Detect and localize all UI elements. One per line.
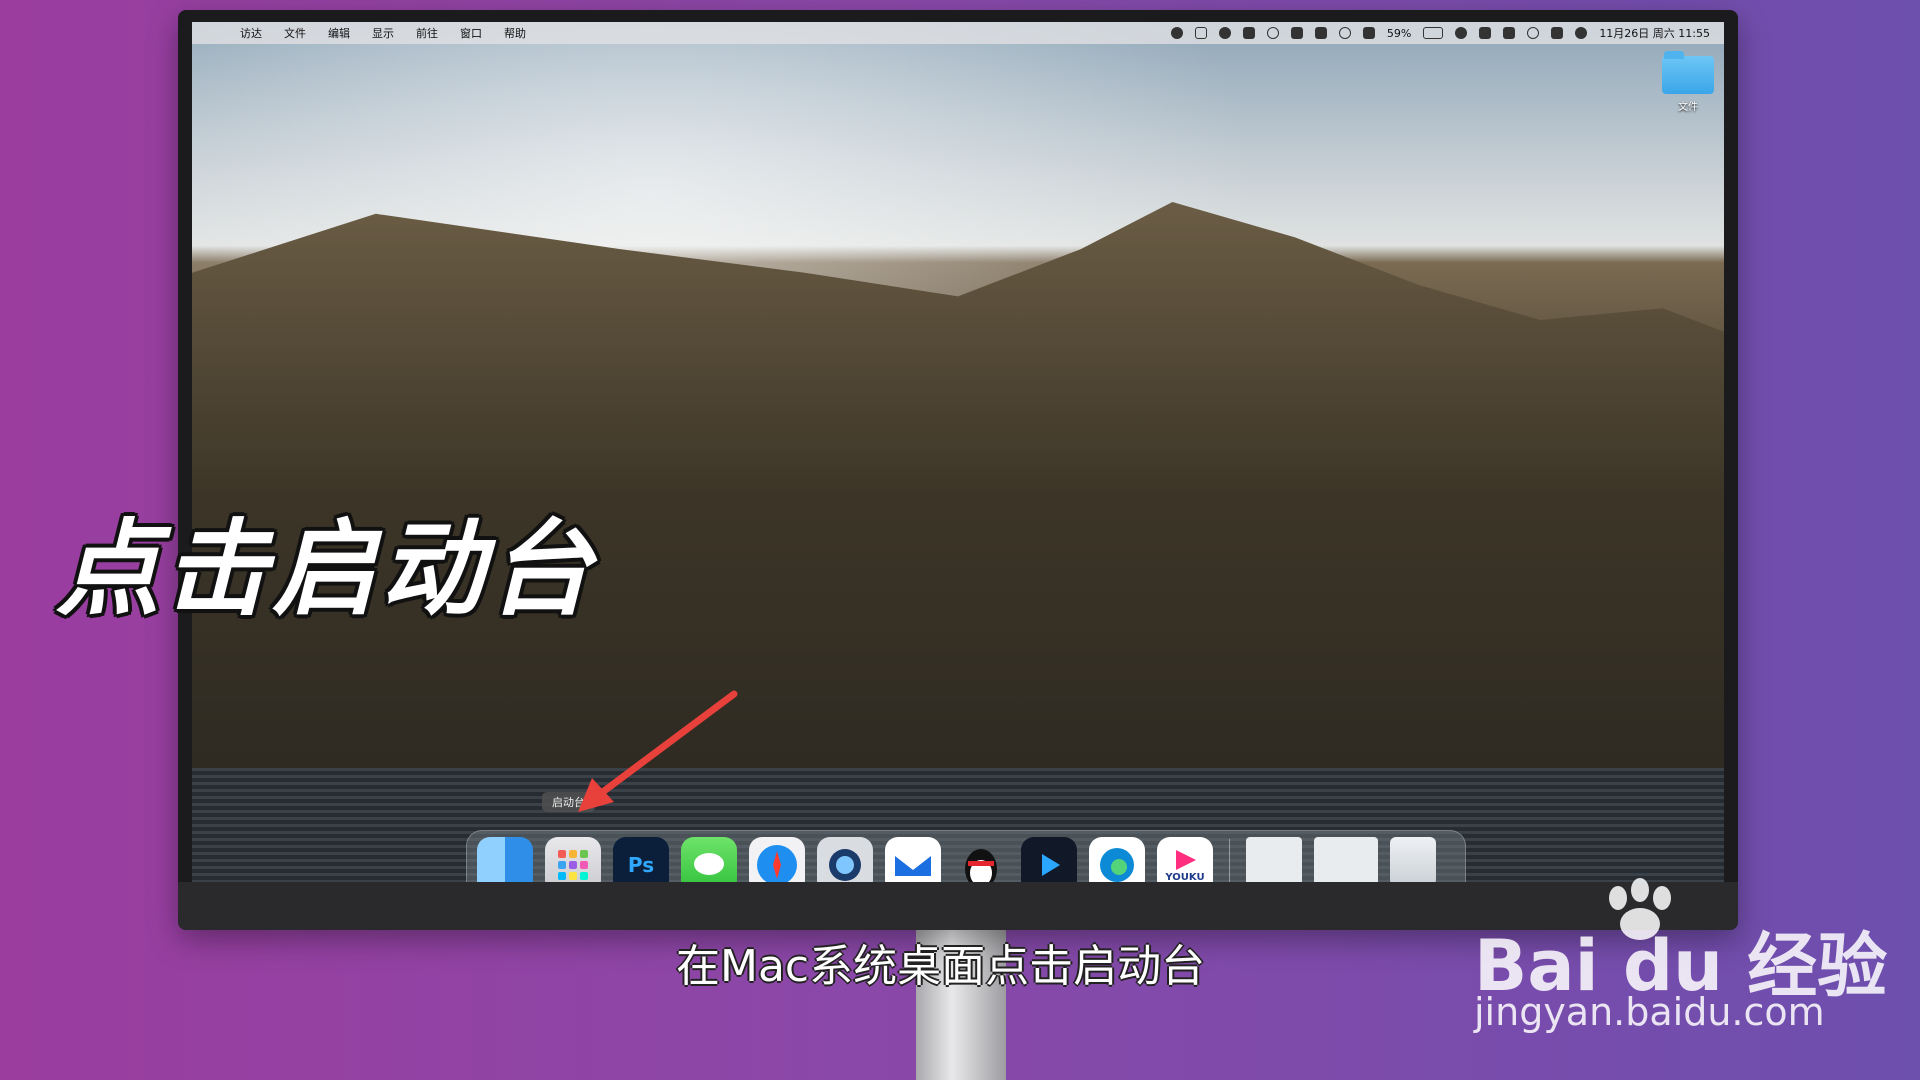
bird-icon[interactable] [1242, 27, 1255, 39]
overlay-title: 点击启动台 [56, 508, 597, 630]
menu-bar: 访达 文件 编辑 显示 前往 窗口 帮助 59% 11月26日 周六 11:55 [192, 22, 1724, 44]
menu-item-file[interactable]: 文件 [284, 25, 306, 41]
siri-icon[interactable] [1575, 27, 1588, 39]
photoshop-icon[interactable]: Ps [613, 837, 669, 882]
menu-item-finder[interactable]: 访达 [240, 25, 262, 41]
quicktime-icon[interactable] [817, 837, 873, 882]
folder-icon [1662, 51, 1714, 94]
input-method-icon[interactable] [1503, 27, 1516, 39]
desktop-folder[interactable]: 文件 [1658, 51, 1718, 113]
battery-percent: 59% [1386, 26, 1412, 40]
edge-icon[interactable] [1089, 837, 1145, 882]
dock-separator [1229, 839, 1230, 882]
safari-icon[interactable] [749, 837, 805, 882]
control-center-icon[interactable] [1551, 27, 1564, 39]
screen-icon[interactable] [1194, 27, 1207, 39]
menu-item-view[interactable]: 显示 [372, 25, 394, 41]
bluetooth-icon[interactable] [1362, 27, 1375, 39]
bolt-icon[interactable] [1314, 27, 1327, 39]
finder-icon[interactable] [477, 837, 533, 882]
subtitle-caption: 在Mac系统桌面点击启动台 [676, 941, 1206, 992]
battery-icon[interactable] [1423, 27, 1444, 39]
desktop-folder-label: 文件 [1678, 102, 1698, 113]
video-player-icon[interactable] [1021, 837, 1077, 882]
account-icon[interactable] [1479, 27, 1492, 39]
alert-icon[interactable] [1290, 27, 1303, 39]
menu-item-edit[interactable]: 编辑 [328, 25, 350, 41]
menu-item-go[interactable]: 前往 [416, 25, 438, 41]
youku-label: YOUKU [1165, 871, 1205, 883]
recent-browser-thumbnail[interactable] [1314, 837, 1378, 882]
launchpad-icon[interactable] [545, 837, 601, 882]
wifi-icon[interactable] [1455, 27, 1468, 39]
youku-icon[interactable]: YOUKU [1157, 837, 1213, 882]
mac-desktop: 访达 文件 编辑 显示 前往 窗口 帮助 59% 11月26日 周六 11:55… [192, 22, 1724, 882]
monitor: 访达 文件 编辑 显示 前往 窗口 帮助 59% 11月26日 周六 11:55… [178, 10, 1738, 930]
mail-icon[interactable] [885, 837, 941, 882]
status-area: 59% 11月26日 周六 11:55 [1170, 25, 1710, 41]
circle-icon[interactable] [1266, 27, 1279, 39]
recent-window-thumbnail[interactable] [1246, 837, 1302, 882]
qq-icon[interactable] [953, 837, 1009, 882]
photoshop-label: Ps [627, 853, 655, 877]
messages-icon[interactable] [681, 837, 737, 882]
trash-icon[interactable] [1390, 837, 1436, 882]
bell-icon[interactable] [1218, 27, 1231, 39]
dock: Ps YOUKU [466, 830, 1466, 882]
watermark-url: jingyan.baidu.com [1474, 990, 1825, 1034]
record-icon[interactable] [1170, 27, 1183, 39]
menu-item-window[interactable]: 窗口 [460, 25, 482, 41]
search-icon[interactable] [1527, 27, 1540, 39]
menu-item-help[interactable]: 帮助 [504, 25, 526, 41]
user-icon[interactable] [1338, 27, 1351, 39]
clock[interactable]: 11月26日 周六 11:55 [1599, 25, 1710, 41]
red-arrow-annotation [578, 690, 738, 812]
